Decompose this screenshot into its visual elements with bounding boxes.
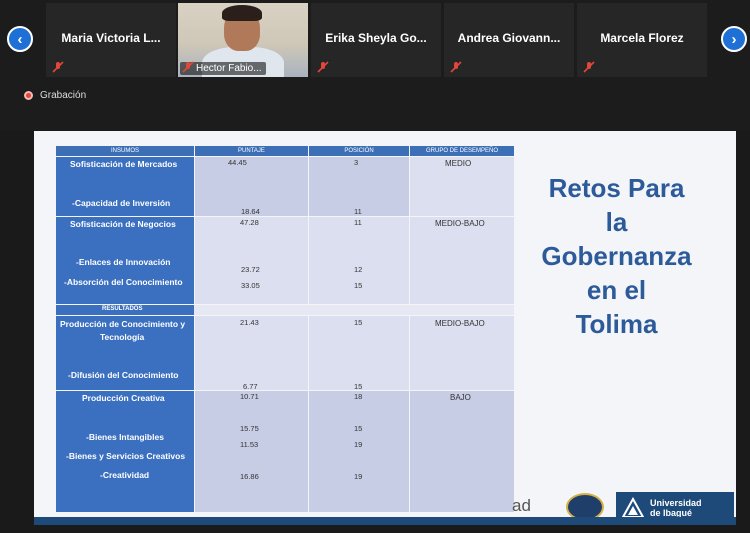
indicator-label: -Creatividad [100, 470, 150, 480]
score-value: 18.64 [241, 207, 260, 216]
table-header: PUNTAJE [195, 146, 308, 156]
slide-footer-band [34, 517, 736, 525]
participants-bar: ‹ Maria Victoria L... Hector Fabio... Er… [0, 0, 750, 130]
participant-name: Maria Victoria L... [61, 31, 161, 45]
score-value: 6.77 [243, 382, 258, 391]
group-value: MEDIO [445, 159, 472, 168]
position-value: 11 [354, 218, 362, 227]
position-value: 15 [354, 424, 363, 433]
score-value: 21.43 [240, 318, 259, 327]
indicator-label: -Bienes Intangibles [86, 432, 164, 442]
participant-name: Marcela Florez [600, 31, 684, 45]
recording-label: Grabación [40, 90, 87, 101]
position-value: 12 [354, 265, 363, 274]
position-value: 19 [354, 472, 363, 481]
position-value: 19 [354, 440, 363, 449]
participant-tile[interactable]: Erika Sheyla Go... [311, 3, 441, 77]
participant-name: Andrea Giovann... [457, 31, 561, 45]
score-value: 23.72 [241, 265, 260, 274]
indicator-label: -Absorción del Conocimiento [64, 277, 183, 287]
group-value: BAJO [450, 393, 471, 402]
participant-tile[interactable]: Marcela Florez [577, 3, 707, 77]
footer-text: ad [512, 496, 531, 515]
chevron-right-icon: › [731, 30, 737, 48]
indicator-label-cont: Tecnología [100, 332, 145, 342]
shared-slide: INSUMOS PUNTAJE POSICIÓN GRUPO DE DESEMP… [34, 131, 736, 525]
participant-video-tile[interactable]: Hector Fabio... [178, 3, 308, 77]
next-page-button[interactable]: › [721, 26, 747, 52]
position-value: 15 [354, 318, 363, 327]
score-value: 47.28 [240, 218, 259, 227]
position-value: 3 [354, 158, 359, 167]
indicator-label: Sofisticación de Negocios [70, 219, 176, 229]
participant-tile[interactable]: Andrea Giovann... [444, 3, 574, 77]
score-value: 16.86 [240, 472, 259, 481]
slide-title: Retos Para la Gobernanza en el Tolima [541, 173, 692, 339]
group-value: MEDIO-BAJO [435, 319, 485, 328]
recording-indicator: Grabación [24, 90, 86, 101]
position-value: 15 [354, 281, 363, 290]
participant-tile[interactable]: Maria Victoria L... [46, 3, 176, 77]
table-header: INSUMOS [56, 146, 194, 156]
position-value: 11 [354, 207, 362, 216]
score-value: 44.45 [228, 158, 247, 167]
indicator-label: Producción de Conocimiento y [60, 319, 186, 329]
mic-muted-icon [182, 61, 194, 73]
group-value: MEDIO-BAJO [435, 219, 485, 228]
indicator-label: -Enlaces de Innovación [76, 257, 171, 267]
score-value: 10.71 [240, 392, 259, 401]
position-value: 15 [354, 382, 363, 391]
table-header: GRUPO DE DESEMPEÑO [410, 146, 514, 156]
participant-name: Erika Sheyla Go... [325, 31, 427, 45]
record-icon [24, 91, 33, 100]
table-header: POSICIÓN [309, 146, 409, 156]
chevron-left-icon: ‹ [17, 30, 23, 48]
previous-page-button[interactable]: ‹ [7, 26, 33, 52]
indicator-label: Producción Creativa [82, 393, 165, 403]
position-value: 18 [354, 392, 363, 401]
mic-muted-icon [450, 61, 462, 73]
mic-muted-icon [317, 61, 329, 73]
indicator-label: -Capacidad de Inversión [72, 198, 171, 208]
mic-muted-icon [52, 61, 64, 73]
indicator-table: INSUMOS PUNTAJE POSICIÓN GRUPO DE DESEMP… [56, 146, 514, 512]
indicator-label: -Bienes y Servicios Creativos [66, 451, 186, 461]
score-value: 11.53 [240, 440, 259, 449]
section-label: RESULTADOS [102, 306, 143, 312]
score-value: 15.75 [240, 424, 259, 433]
mic-muted-icon [583, 61, 595, 73]
score-value: 33.05 [241, 281, 260, 290]
indicator-label: -Difusión del Conocimiento [68, 370, 179, 380]
university-logo-icon [622, 497, 644, 518]
logo-line: Universidad [650, 498, 702, 508]
indicator-label: Sofisticación de Mercados [70, 159, 178, 169]
